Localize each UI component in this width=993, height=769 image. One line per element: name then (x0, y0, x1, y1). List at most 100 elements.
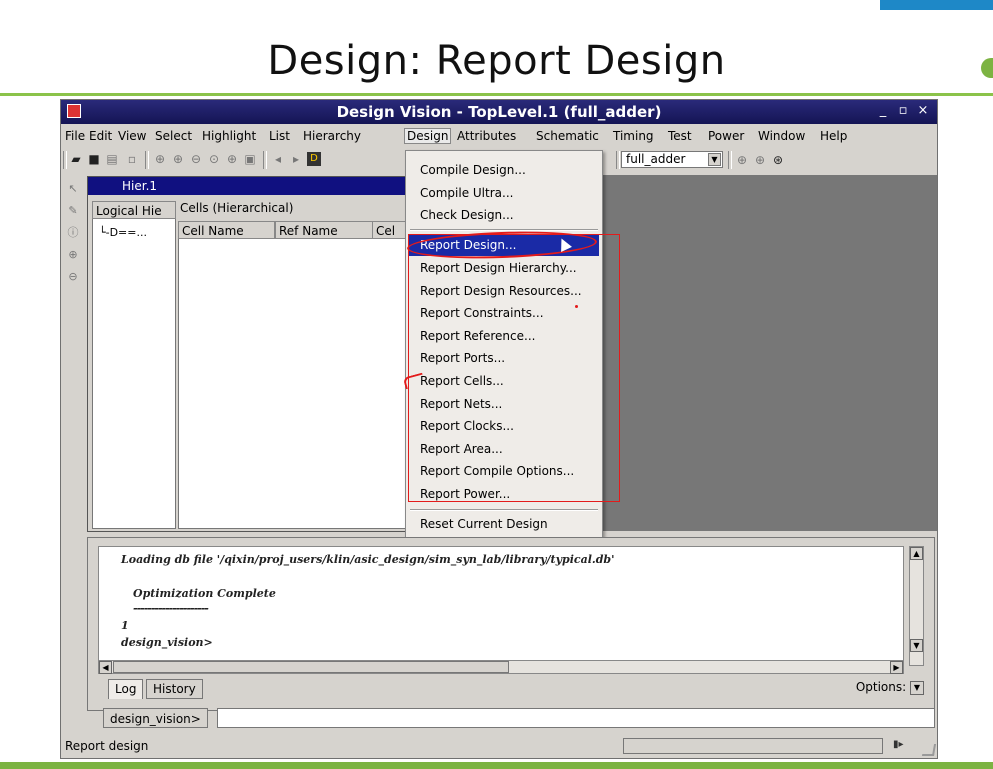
toolbar-separator (616, 151, 620, 169)
scroll-down-icon[interactable]: ▼ (910, 639, 923, 652)
zoom-full-icon[interactable]: ⊛ (771, 153, 785, 167)
toolbar-separator (263, 151, 267, 169)
tree-node[interactable]: └-D==... (99, 226, 147, 239)
save-icon[interactable]: ■ (87, 152, 101, 166)
scroll-thumb[interactable] (113, 661, 509, 673)
menu-file[interactable]: File (65, 129, 85, 143)
command-row: design_vision> (87, 708, 935, 730)
chevron-down-icon[interactable]: ▼ (910, 680, 924, 695)
zoom-in-icon[interactable]: ⊕ (66, 248, 80, 262)
schematic-canvas[interactable] (603, 175, 937, 531)
toolbar-separator (63, 151, 67, 169)
column-ref-name[interactable]: Ref Name (275, 221, 373, 239)
menu-item-reset-current-design[interactable]: Reset Current Design (420, 517, 548, 531)
cells-hierarchical-label: Cells (Hierarchical) (180, 201, 294, 215)
annotation-dot (575, 305, 578, 308)
close-button[interactable]: × (915, 103, 931, 118)
annotation-rectangle (408, 234, 620, 502)
column-cell-name[interactable]: Cell Name (178, 221, 275, 239)
menu-hierarchy[interactable]: Hierarchy (303, 129, 361, 143)
hier-tab-title[interactable]: Hier.1 (88, 177, 406, 195)
status-progress (623, 738, 883, 754)
menu-power[interactable]: Power (708, 129, 744, 143)
menu-view[interactable]: View (118, 129, 146, 143)
slide-bottom-bar (0, 762, 993, 769)
zoom-in-icon[interactable]: ⊕ (735, 153, 749, 167)
menu-schematic[interactable]: Schematic (536, 129, 599, 143)
toolbar-separator (728, 151, 732, 169)
command-input[interactable] (217, 708, 935, 728)
menu-select[interactable]: Select (155, 129, 192, 143)
menu-timing[interactable]: Timing (613, 129, 654, 143)
log-line: --------------------- (133, 602, 209, 615)
schematic-icon[interactable]: D (307, 152, 321, 166)
log-vertical-scrollbar[interactable]: ▲ ▼ (909, 546, 924, 666)
menu-item-compile-design[interactable]: Compile Design... (420, 163, 526, 177)
logical-hierarchy-tree[interactable]: Logical Hie └-D==... (92, 201, 176, 529)
log-line: Loading db file '/qixin/proj_users/klin/… (121, 553, 615, 566)
logical-hierarchy-header[interactable]: Logical Hie (92, 201, 176, 219)
design-vision-window: Design Vision - TopLevel.1 (full_adder) … (60, 99, 938, 759)
zoom-out-icon[interactable]: ⊖ (189, 152, 203, 166)
column-cell-type[interactable]: Cel (372, 221, 408, 239)
menu-list[interactable]: List (269, 129, 290, 143)
menu-item-check-design[interactable]: Check Design... (420, 208, 514, 222)
log-horizontal-scrollbar[interactable]: ◀ ▶ (98, 660, 904, 674)
design-menu-dropdown: Compile Design... Compile Ultra... Check… (402, 150, 620, 540)
pan-icon[interactable]: ⊙ (207, 152, 221, 166)
menu-highlight[interactable]: Highlight (202, 129, 256, 143)
resize-grip-icon[interactable] (921, 744, 937, 756)
blank-tool-icon[interactable]: ▫ (125, 152, 139, 166)
zoom-out-icon[interactable]: ⊖ (66, 270, 80, 284)
log-line: Optimization Complete (133, 587, 276, 600)
menu-separator (410, 509, 598, 511)
log-line: 1 (121, 619, 129, 632)
command-prompt-label: design_vision> (103, 708, 208, 728)
toolbar-separator (145, 151, 149, 169)
zoom-fit-icon[interactable]: ⊕ (153, 152, 167, 166)
menu-edit[interactable]: Edit (89, 129, 112, 143)
cells-table[interactable]: Cell Name Ref Name Cel (178, 221, 408, 529)
window-title: Design Vision - TopLevel.1 (full_adder) (336, 103, 662, 121)
status-indicator-icon[interactable]: ▮▸ (893, 739, 907, 751)
slide-divider (0, 93, 993, 96)
zoom-area-icon[interactable]: ⊕ (225, 152, 239, 166)
slide-title: Design: Report Design (267, 38, 726, 84)
minimize-button[interactable]: _ (875, 103, 891, 118)
chevron-down-icon[interactable]: ▼ (708, 153, 721, 166)
info-icon[interactable]: ⓘ (66, 226, 80, 240)
scroll-right-icon[interactable]: ▶ (890, 661, 903, 674)
menu-design[interactable]: Design (404, 128, 452, 144)
pencil-icon[interactable]: ✎ (66, 204, 80, 218)
scroll-left-icon[interactable]: ◀ (99, 661, 112, 674)
menu-window[interactable]: Window (758, 129, 805, 143)
tab-log[interactable]: Log (108, 679, 144, 699)
zoom-in-icon[interactable]: ⊕ (171, 152, 185, 166)
pointer-icon[interactable]: ↖ (66, 182, 80, 196)
hierarchy-panel: Hier.1 Logical Hie └-D==... Cells (Hiera… (87, 176, 408, 532)
log-panel: Loading db file '/qixin/proj_users/klin/… (87, 537, 935, 711)
maximize-button[interactable]: ▫ (895, 103, 911, 118)
menu-help[interactable]: Help (820, 129, 847, 143)
scroll-up-icon[interactable]: ▲ (910, 547, 923, 560)
slide-top-accent (880, 0, 993, 10)
window-titlebar: Design Vision - TopLevel.1 (full_adder) … (61, 100, 937, 124)
zoom-out-icon[interactable]: ⊕ (753, 153, 767, 167)
design-select-combo[interactable]: full_adder ▼ (621, 151, 723, 168)
status-text: Report design (65, 739, 149, 753)
log-output[interactable]: Loading db file '/qixin/proj_users/klin/… (98, 546, 904, 666)
menu-test[interactable]: Test (668, 129, 692, 143)
log-line: design_vision> (121, 636, 213, 649)
left-toolbar: ↖ ✎ ⓘ ⊕ ⊖ (63, 174, 83, 374)
menubar: File Edit View Select Highlight List Hie… (61, 127, 937, 147)
status-bar: Report design ▮▸ (61, 736, 937, 758)
forward-icon[interactable]: ▸ (289, 152, 303, 166)
menu-item-compile-ultra[interactable]: Compile Ultra... (420, 186, 513, 200)
zoom-select-icon[interactable]: ▣ (243, 152, 257, 166)
options-control[interactable]: Options: ▼ (856, 680, 924, 695)
open-folder-icon[interactable]: ▰ (69, 152, 83, 166)
menu-attributes[interactable]: Attributes (457, 129, 516, 143)
tab-history[interactable]: History (146, 679, 203, 699)
back-icon[interactable]: ◂ (271, 152, 285, 166)
print-icon[interactable]: ▤ (105, 152, 119, 166)
